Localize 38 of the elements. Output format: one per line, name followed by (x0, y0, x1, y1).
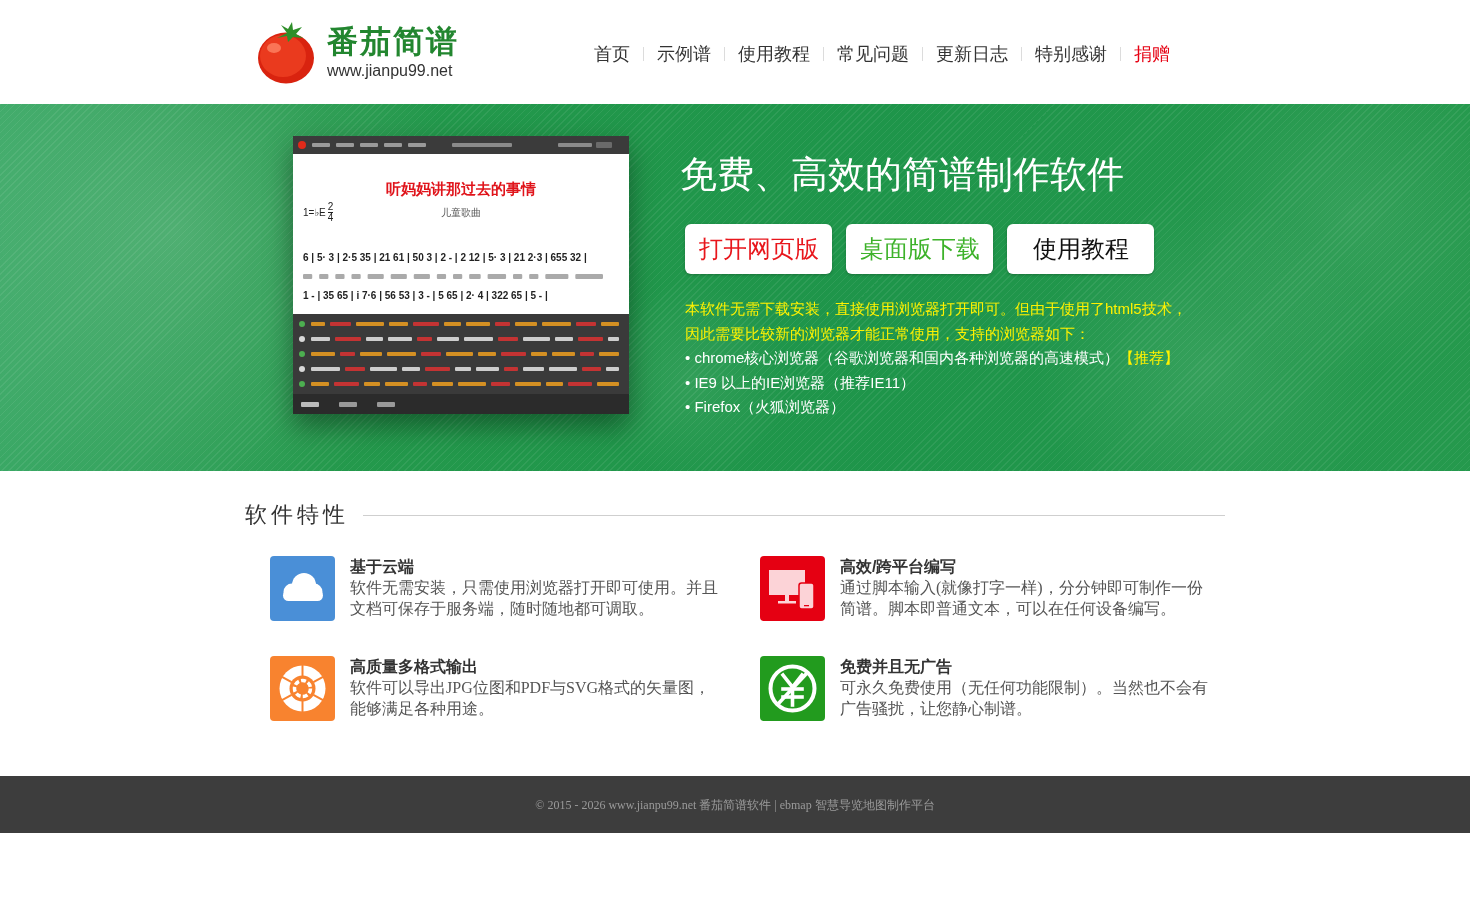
hero-headline: 免费、高效的简谱制作软件 (680, 153, 1125, 197)
key-signature: 1=♭E (303, 206, 326, 219)
nav-link[interactable]: 捐赠 (1121, 42, 1183, 66)
nav-link[interactable]: 首页 (581, 42, 643, 66)
cloud-icon (270, 556, 335, 621)
feature-title: 基于云端 (350, 557, 415, 577)
copyright-text: © 2015 - 2026 www.jianpu99.net 番茄简谱软件 | ebmap 智慧导览地图制作平台 (535, 796, 935, 814)
browser-list-item: • Firefox（火狐浏览器） (685, 397, 847, 417)
song-subtitle: 儿童歌曲 (441, 206, 481, 219)
section-title: 软件特性 (245, 501, 349, 529)
hero-button[interactable]: 使用教程 (1007, 224, 1154, 274)
feature-description: 软件无需安装，只需使用浏览器打开即可使用。并且文档可保存于服务端，随时随地都可调取。 (350, 578, 719, 619)
notice-text: 本软件无需下载安装，直接使用浏览器打开即可。但由于使用了html5技术，因此需要比较新的浏览器才能正常使用，支持的浏览器如下： (685, 299, 1188, 344)
hero-button[interactable]: 打开网页版 (685, 224, 832, 274)
feature-title: 高效/跨平台编写 (840, 557, 958, 577)
nav-link[interactable]: 特别感谢 (1022, 42, 1120, 66)
logo-title[interactable]: 番茄简谱 (327, 24, 459, 59)
nav-link[interactable]: 更新日志 (923, 42, 1021, 66)
feature-description: 通过脚本输入(就像打字一样)，分分钟即可制作一份简谱。脚本即普通文本，可以在任何设备编写。 (840, 578, 1204, 619)
logo-url[interactable]: www.jianpu99.net (327, 60, 459, 80)
feature-title: 高质量多格式输出 (350, 657, 479, 677)
notation-line: 6 | 5· 3 | 2·5 35 | 21 61 | 50 3 | 2 - | 2 12 | 5· 3 | 21 2·3 | 655 32 | (303, 251, 588, 265)
tomato-logo-icon[interactable] (257, 20, 317, 84)
monitor-and-phone-icon (760, 556, 825, 621)
nav-link[interactable]: 常见问题 (824, 42, 922, 66)
no-yuan-icon (760, 656, 825, 721)
aperture-icon (270, 656, 335, 721)
browser-list-item: • chrome核心浏览器（谷歌浏览器和国内各种浏览器的高速模式）【推荐】 (685, 348, 1181, 368)
time-signature: 2 4 (327, 202, 334, 223)
feature-description: 软件可以导出JPG位图和PDF与SVG格式的矢量图，能够满足各种用途。 (350, 678, 712, 719)
nav-link[interactable]: 使用教程 (725, 42, 823, 66)
app-logo-icon (298, 141, 306, 149)
feature-title: 免费并且无广告 (840, 657, 953, 677)
notation-line: 1 - | 35 65 | i 7·6 | 56 53 | 3 - | 5 65 | 2· 4 | 322 65 | 5 - | (303, 289, 549, 303)
song-title: 听妈妈讲那过去的事情 (386, 180, 536, 198)
nav-link[interactable]: 示例谱 (644, 42, 724, 66)
feature-description: 可永久免费使用（无任何功能限制）。当然也不会有广告骚扰，让您静心制谱。 (840, 678, 1209, 719)
browser-list-item: • IE9 以上的IE浏览器（推荐IE11） (685, 372, 917, 393)
